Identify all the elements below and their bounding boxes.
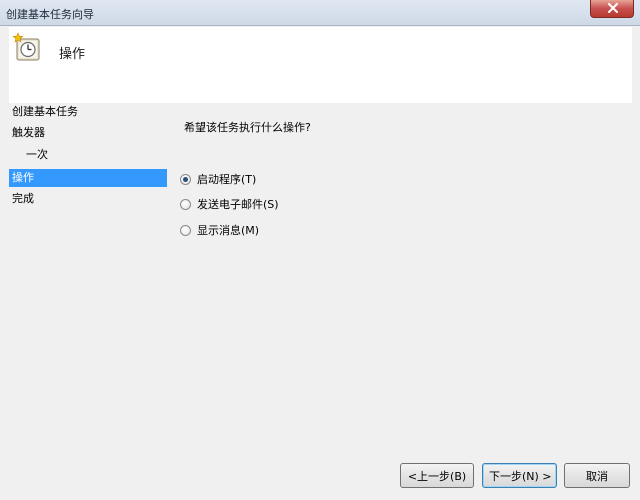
cancel-button[interactable]: 取消 [564,463,630,488]
radio-button[interactable] [180,198,191,210]
back-button[interactable]: <上一步(B) [400,463,474,488]
wizard-window: 创建基本任务向导 操作 创建基本任务 触发器 一次 操作 完成 希望该任务执行什… [0,0,640,500]
step-finish[interactable]: 完成 [9,190,167,208]
step-label: 创建基本任务 [12,105,78,118]
radio-start-program[interactable]: 启动程序(T) [180,171,256,187]
close-icon [608,3,618,13]
step-trigger[interactable]: 触发器 [9,124,167,142]
action-question: 希望该任务执行什么操作? [184,121,311,134]
next-button[interactable]: 下一步(N) > [482,463,557,488]
task-scheduler-clock-icon [12,32,40,61]
step-label: 完成 [12,192,34,205]
wizard-header: 操作 [9,27,632,103]
radio-label: 发送电子邮件(S) [197,198,279,211]
radio-label: 启动程序(T) [197,173,257,186]
step-create-basic-task[interactable]: 创建基本任务 [9,103,167,121]
step-label: 触发器 [12,126,45,139]
close-button[interactable] [590,0,634,18]
step-label: 操作 [12,171,34,184]
radio-button-checked[interactable] [180,173,191,185]
radio-send-email[interactable]: 发送电子邮件(S) [180,196,279,212]
step-once[interactable]: 一次 [9,146,167,164]
wizard-step-list: 创建基本任务 触发器 一次 操作 完成 [9,103,167,463]
radio-label: 显示消息(M) [197,224,260,237]
page-title: 操作 [59,47,86,62]
step-action[interactable]: 操作 [9,169,167,187]
title-bar[interactable]: 创建基本任务向导 [0,0,640,26]
radio-button[interactable] [180,224,191,236]
step-label: 一次 [26,148,48,161]
radio-display-message[interactable]: 显示消息(M) [180,222,259,238]
window-title: 创建基本任务向导 [6,8,94,21]
